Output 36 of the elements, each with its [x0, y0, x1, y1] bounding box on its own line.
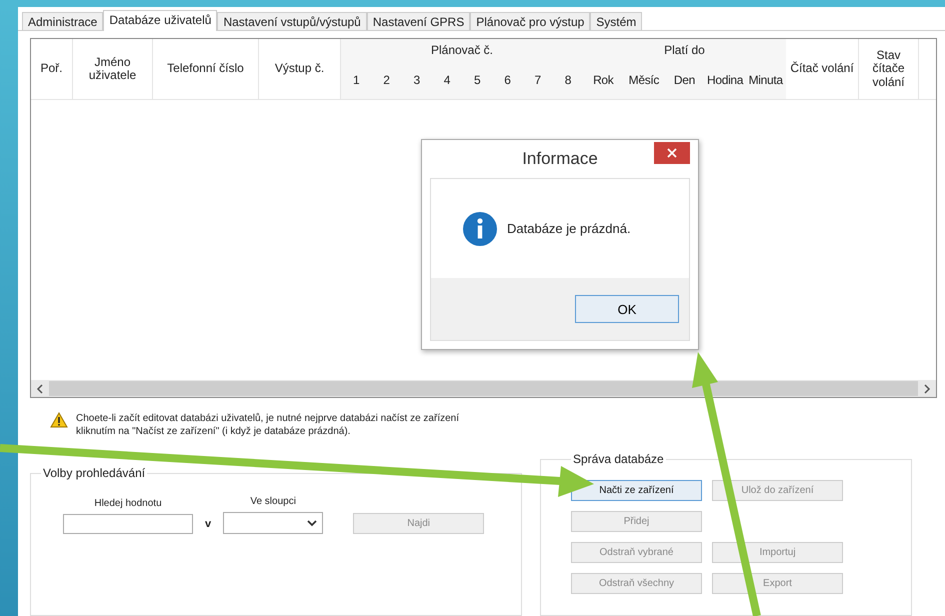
group-title: Správa databáze	[572, 452, 665, 466]
action-button[interactable]: Načti ze zařízení	[571, 480, 702, 501]
column-header[interactable]: Stav čítače volání	[859, 39, 919, 99]
column-header[interactable]: Minuta	[745, 61, 786, 99]
column-header[interactable]: Rok	[583, 61, 624, 99]
column-header[interactable]: 8	[552, 61, 583, 99]
column-header[interactable]: Měsíc	[624, 61, 664, 99]
field-label: Hledej hodnotu	[94, 498, 162, 509]
ok-button[interactable]: OK	[575, 295, 679, 323]
column-header[interactable]: Telefonní číslo	[153, 39, 259, 99]
column-header[interactable]: 1	[341, 61, 372, 99]
tab[interactable]: Databáze uživatelů	[103, 10, 218, 31]
column-group-header: Plánovač č.	[430, 42, 494, 59]
column-header[interactable]: 7	[522, 61, 553, 99]
field-label: Ve sloupci	[250, 496, 296, 507]
connector-label: v	[205, 518, 212, 530]
column-header[interactable]: 3	[402, 61, 432, 99]
tab[interactable]: Nastavení GPRS	[366, 12, 470, 30]
column-group-header: Platí do	[663, 42, 706, 59]
column-header[interactable]: Čítač volání	[786, 39, 859, 99]
warning-message: Choete-li začít editovat databázi uživatelů, je nutné nejprve databázi načíst ze zařízení kliknutím na "Načíst ze zařízení" (i když je databáze prázdná).	[76, 412, 460, 438]
column-header[interactable]: 2	[371, 61, 402, 99]
tab[interactable]: Nastavení vstupů/výstupů	[217, 12, 367, 30]
column-header[interactable]: 4	[432, 61, 462, 99]
tab[interactable]: Administrace	[22, 12, 104, 30]
tab[interactable]: Systém	[590, 12, 642, 30]
column-header[interactable]: Hodina	[704, 61, 746, 99]
column-header[interactable]: Jméno uživatele	[73, 39, 153, 99]
group-title: Volby prohledávání	[42, 466, 146, 480]
dialog-message: Databáze je prázdná.	[507, 221, 631, 236]
dialog-title: Informace	[522, 149, 598, 169]
column-header[interactable]: 5	[462, 61, 492, 99]
tab[interactable]: Plánovač pro výstup	[470, 12, 590, 30]
column-header[interactable]: Den	[664, 61, 705, 99]
column-header[interactable]: 6	[492, 61, 522, 99]
column-header[interactable]: Poř.	[31, 39, 73, 99]
